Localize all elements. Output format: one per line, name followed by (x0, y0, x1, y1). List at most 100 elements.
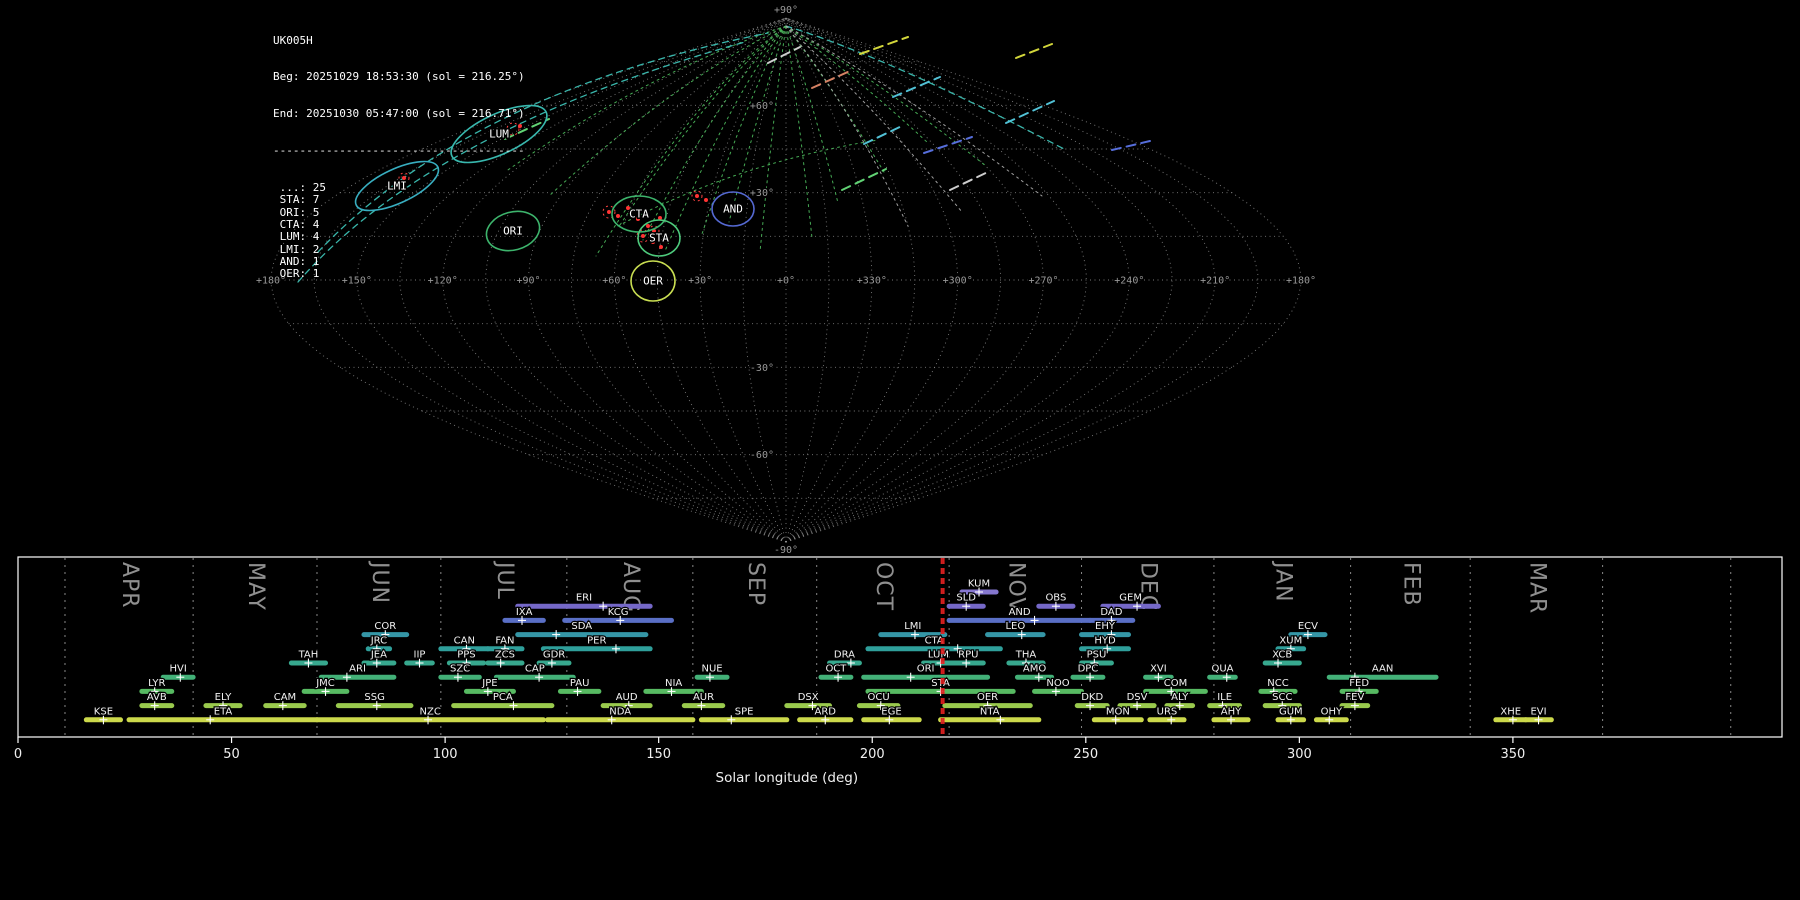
meteor-trail (785, 25, 909, 227)
shower-code-label: DKD (1081, 692, 1103, 703)
shower-bar: NUE (694, 662, 730, 682)
shower-code-label: KUM (968, 579, 990, 590)
shower-code-label: LUM (928, 650, 949, 661)
shower-code-label: OER (977, 692, 998, 703)
shower-code-label: EGE (881, 706, 901, 717)
x-tick-label: 300 (1287, 747, 1312, 762)
shower-bar: ORI (861, 662, 991, 682)
shower-code-label: ERI (576, 593, 592, 604)
longitude-tick-label: +330° (857, 276, 887, 287)
shower-code-label: NOO (1046, 678, 1069, 689)
shower-bar: URS (1147, 705, 1187, 725)
shower-code-label: XUM (1279, 635, 1302, 646)
shower-code-label: FEV (1345, 692, 1364, 703)
meteor-trail (785, 25, 813, 239)
shower-code-label: SPE (735, 706, 754, 717)
shower-bar: EGE (861, 705, 922, 725)
shower-bar: MON (1091, 705, 1144, 725)
shower-bar: NTA (938, 705, 1042, 725)
shower-bar: AAN (1326, 662, 1439, 682)
shower-bar: IIP (404, 648, 435, 668)
shower-code-label: ORI (917, 664, 935, 675)
meteor-trail (841, 168, 887, 191)
shower-code-label: DSX (798, 692, 819, 703)
shower-bar: SSG (335, 691, 414, 711)
shower-bar: SPE (698, 705, 790, 725)
shower-code-label: SZC (450, 664, 470, 675)
meteor-point (659, 245, 663, 249)
shower-code-label: IIP (414, 650, 426, 661)
shower-bar: AHY (1211, 705, 1251, 725)
shower-bar: CAP (493, 662, 576, 682)
shower-bar: HVI (160, 662, 196, 682)
shower-code-label: AVB (147, 692, 167, 703)
shower-bar: ETA (126, 705, 320, 725)
latitude-tick-label: -60° (750, 450, 774, 461)
shower-code-label: FAN (495, 635, 514, 646)
sky-map-svg: +180° +150° +120° +90° +60° +30° +0° +330° +300°… (254, 4, 1317, 557)
shower-code-label: TAH (298, 650, 319, 661)
longitude-tick-label: +270° (1028, 276, 1058, 287)
meteor-trail (767, 46, 801, 64)
shower-code-label: ELY (215, 692, 233, 703)
shower-bar: IXA (502, 606, 546, 625)
longitude-tick-label: +30° (688, 276, 712, 287)
shower-code-label: JPE (481, 678, 497, 689)
shower-bar: ARD (797, 705, 854, 725)
shower-code-label: OBS (1045, 593, 1066, 604)
month-label: JAN (1270, 560, 1295, 603)
meteor-trail (1015, 43, 1053, 59)
shower-bar: AUR (681, 691, 726, 711)
shower-code-label: OHY (1321, 706, 1343, 717)
month-label: FEB (1398, 562, 1423, 607)
begin-time: Beg: 20251029 18:53:30 (sol = 216.25°) (273, 70, 525, 84)
meteor-observation-report: +180° +150° +120° +90° +60° +30° +0° +330° +300°… (0, 0, 1800, 900)
shower-code-label: OCU (868, 692, 890, 703)
shower-code-label: THA (1015, 650, 1037, 661)
shower-bar: ZCS (485, 648, 525, 668)
shower-code-label: SCC (1272, 692, 1292, 703)
shower-code-label: NZC (420, 706, 441, 717)
shower-bar: TAH (288, 648, 329, 668)
meteor-point (646, 224, 650, 228)
shower-bar: JMC (301, 677, 350, 696)
latitude-tick-label: -30° (750, 363, 774, 374)
meteor-trail (700, 25, 787, 238)
x-tick-label: 0 (14, 747, 22, 762)
meteor-trail (949, 170, 991, 191)
longitude-tick-label: +210° (1200, 276, 1230, 287)
shower-code-label: EHY (1095, 621, 1116, 632)
shower-bar: NOO (1032, 677, 1085, 696)
station-id: UK005H (273, 33, 313, 47)
meteor-point (704, 198, 708, 202)
shower-code-label: HYD (1094, 635, 1116, 646)
shower-code-label: PSU (1087, 650, 1107, 661)
shower-code-label: URS (1157, 706, 1178, 717)
meteor-point (695, 194, 699, 198)
shower-code-label: OCT (825, 664, 847, 675)
shower-bar: GUM (1275, 705, 1307, 725)
latitude-tick-label: +90° (774, 5, 798, 16)
meteor-trail (859, 36, 909, 55)
shower-bar: PCA (451, 691, 555, 711)
meteor-trail (863, 124, 905, 145)
x-tick-label: 250 (1073, 747, 1098, 762)
shower-code-label: CAP (525, 664, 545, 675)
shower-code-label: JRC (370, 635, 387, 646)
header-separator: -------------------------------------- (273, 144, 525, 158)
shower-code-label: LMI (904, 621, 921, 632)
x-axis-title: Solar longitude (deg) (716, 770, 859, 786)
shower-code-label: KCG (608, 607, 629, 618)
shower-code-label: GDR (543, 650, 565, 661)
shower-code-label: ILE (1217, 692, 1232, 703)
month-label: JUL (492, 560, 517, 600)
shower-code-label: LEO (1005, 621, 1025, 632)
shower-code-label: PER (587, 635, 606, 646)
shower-bar: JEA (361, 648, 397, 668)
shower-code-label: AHY (1221, 706, 1242, 717)
month-label: MAR (1524, 562, 1549, 614)
shower-bar: DPC (1070, 662, 1106, 682)
shower-code-label: NCC (1267, 678, 1288, 689)
meteor-point (616, 214, 620, 218)
shower-code-label: ETA (214, 706, 233, 717)
